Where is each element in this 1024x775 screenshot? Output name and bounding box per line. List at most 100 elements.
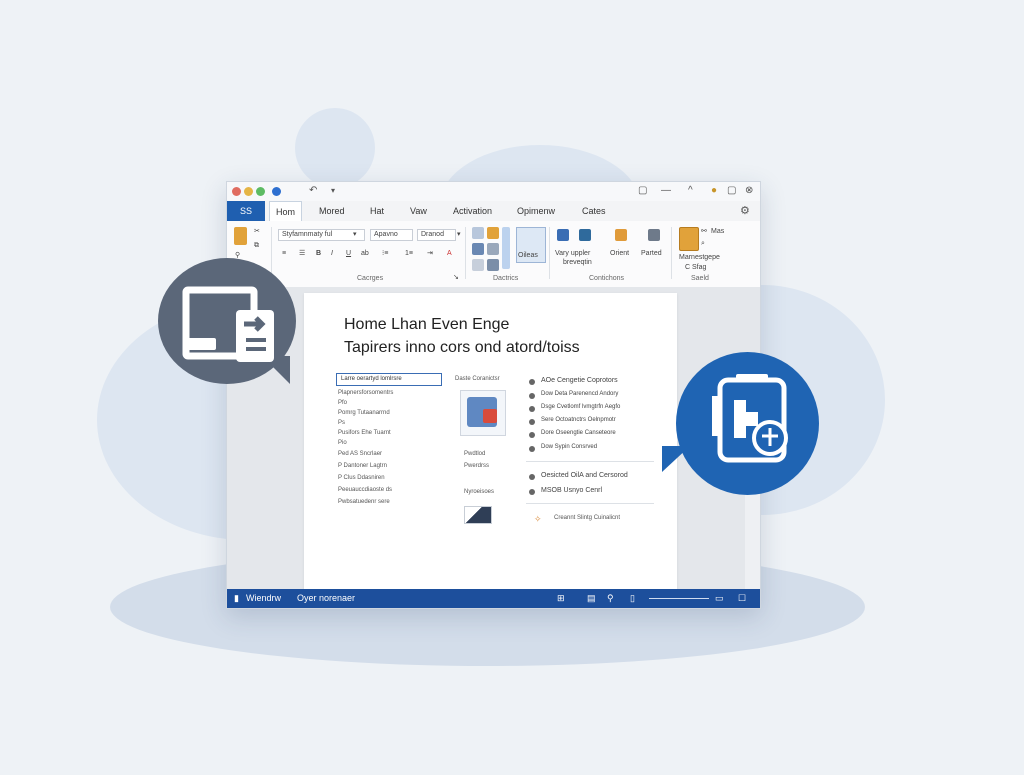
read-mode-icon[interactable]: ⚲ [607, 593, 614, 604]
tab-cates[interactable]: Cates [582, 201, 606, 221]
tab-activation[interactable]: Activation [453, 201, 492, 221]
italic-icon[interactable]: I [331, 249, 333, 258]
mid-caption: Daste Coranictsr [455, 376, 500, 382]
underline-icon[interactable]: U [346, 249, 351, 258]
doc-heading-line2: Tapirers inno cors ond atord/toiss [344, 339, 580, 356]
screenshot-icon[interactable] [487, 259, 499, 271]
ribbon: ✂ ⧉ ⚲ Styfamnmaty ful ▾ Apavno Dranod ▾ … [227, 221, 760, 288]
search-icon[interactable]: ⌕ [701, 239, 705, 248]
zoom-in-icon[interactable]: ☐ [738, 593, 746, 604]
bullets-icon[interactable]: ⁝≡ [382, 249, 388, 258]
restore-icon[interactable]: ▢ [638, 184, 647, 198]
bold-icon[interactable]: B [316, 249, 321, 258]
vary-icon[interactable] [557, 229, 569, 241]
document-page[interactable]: Home Lhan Even Enge Tapirers inno cors o… [304, 293, 677, 593]
ribbon-settings-icon[interactable]: ⚙ [740, 204, 750, 218]
vary-label-2: breveqtin [563, 259, 592, 266]
align-center-icon[interactable]: ☰ [299, 249, 305, 258]
right-line: Dore Oseengtie Canseteore [541, 430, 616, 436]
mid-item: Pwerdrss [464, 463, 490, 469]
tab-hat[interactable]: Hat [370, 201, 384, 221]
text-color-icon[interactable]: A [447, 249, 452, 258]
ribbon-separator [671, 227, 672, 279]
divider [526, 503, 654, 504]
dialog-launcher-icon[interactable]: ↘ [453, 273, 459, 282]
app-logo-icon [272, 187, 281, 196]
doc-heading-line1: Home Lhan Even Enge [344, 316, 510, 333]
align-left-icon[interactable]: ≡ [282, 249, 286, 258]
mas-label: Mas [711, 228, 725, 235]
tablet-tool-icon [712, 374, 788, 463]
zoom-slider[interactable] [649, 598, 709, 599]
quick-access-dropdown-icon[interactable]: ▾ [331, 184, 335, 198]
styles-icon[interactable] [679, 227, 699, 251]
left-line: Ped AS Sncrlaer [338, 451, 383, 457]
right-floating-badge [662, 352, 822, 498]
small-chart-thumbnail[interactable] [464, 506, 492, 524]
right-line: Sere Octoatnctrs Oelnpmotr [541, 417, 616, 423]
style-box-2[interactable]: Dranod [417, 229, 456, 241]
orient-icon[interactable] [615, 229, 627, 241]
font-dropdown-icon[interactable]: ▾ [353, 230, 357, 239]
document-export-icon [182, 286, 274, 362]
caret-up-icon[interactable]: ^ [688, 184, 693, 198]
picture-icon[interactable] [487, 227, 499, 239]
ribbon-separator [549, 227, 550, 279]
zoom-out-icon[interactable]: ▭ [715, 593, 724, 604]
numbering-icon[interactable]: 1≡ [405, 249, 413, 258]
copy-icon[interactable]: ⧉ [254, 241, 259, 250]
window-close-dot[interactable] [232, 187, 241, 196]
style-box[interactable]: Apavno [370, 229, 413, 241]
right-line: Dsge Cvetlomf lvmgtrfn Aegfo [541, 404, 621, 410]
strikethrough-icon[interactable]: ab [361, 249, 369, 258]
tab-home[interactable]: Hom [269, 201, 303, 222]
indent-icon[interactable]: ⇥ [427, 249, 433, 258]
left-line: Pusifors Ehe Tuarnt [338, 430, 391, 436]
font-family-select[interactable]: Styfamnmaty ful [278, 229, 365, 241]
tab-vaw[interactable]: Vaw [410, 201, 427, 221]
grid-view-icon[interactable]: ⊞ [557, 593, 565, 604]
shapes-icon[interactable] [472, 243, 484, 255]
pen-icon[interactable] [579, 229, 591, 241]
mamestage-label-2: C Sfag [685, 264, 707, 271]
status-bar: ▮ Wiendrw Oyer norenaer ⊞ ▤ ⚲ ▯ ▭ ☐ [227, 589, 760, 608]
right-line: Dow Sypin Consrved [541, 444, 598, 450]
window-min-dot[interactable] [244, 187, 253, 196]
chart-icon[interactable] [487, 243, 499, 255]
font-size-icon[interactable]: ▾ [457, 230, 461, 239]
web-layout-icon[interactable]: ▯ [630, 593, 635, 604]
tab-opimenw[interactable]: Opimenw [517, 201, 555, 221]
window-close-icon[interactable]: ⊗ [745, 184, 753, 198]
mid-item: Nyroeisoes [464, 489, 495, 495]
ribbon-tab-bar: SS Hom Mored Hat Vaw Activation Opimenw … [227, 201, 760, 222]
print-layout-icon[interactable]: ▤ [587, 593, 596, 604]
doc-image-thumbnail[interactable] [460, 390, 506, 436]
app-badge[interactable]: SS [227, 201, 265, 221]
parted-icon[interactable] [648, 229, 660, 241]
status-mid-label[interactable]: Oyer norenaer [297, 593, 355, 603]
left-line: P Clus Ddasniren [338, 475, 385, 481]
left-line: Pwbsatuedenr sere [338, 499, 390, 505]
window-max-dot[interactable] [256, 187, 265, 196]
user-icon[interactable]: ● [711, 184, 717, 198]
vary-label: Vary uppler [555, 250, 591, 257]
right-line: Dow Deta Parenencd Andory [541, 391, 619, 397]
minimize-icon[interactable]: — [661, 184, 671, 198]
bg-cloud-top [295, 108, 375, 188]
back-icon[interactable]: ↶ [309, 184, 317, 198]
cut-icon[interactable]: ✂ [254, 227, 260, 236]
right-line: MSOB Usnyo Cenrl [541, 487, 603, 494]
link-icon[interactable]: ⚯ [701, 227, 707, 236]
table-icon[interactable] [472, 227, 484, 239]
thumbnail-accent-icon [483, 409, 497, 423]
highlight-icon[interactable] [502, 227, 510, 269]
tab-mored[interactable]: Mored [319, 201, 345, 221]
list-bullet [529, 406, 535, 412]
left-line: Plapnersforsomentrs [338, 390, 394, 396]
paste-icon[interactable] [234, 227, 247, 245]
smartart-icon[interactable] [472, 259, 484, 271]
window-maximize-icon[interactable]: ▢ [727, 184, 736, 198]
list-bullet [529, 474, 535, 480]
status-left-label[interactable]: Wiendrw [246, 593, 281, 603]
doc-input-field[interactable]: Larre oerartyd lomlrsre [336, 373, 442, 386]
